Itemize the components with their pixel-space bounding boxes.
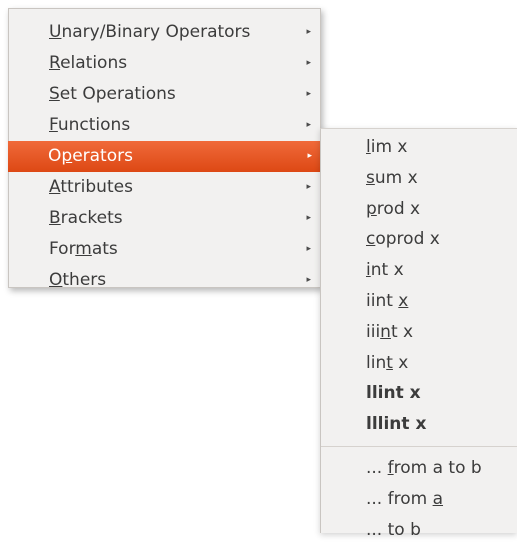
menu-item-label: Others [49,270,107,290]
menu-item-attributes[interactable]: Attributes ▸ [9,172,320,203]
submenu-arrow-icon: ▸ [306,244,311,254]
menu-item-label: Relations [49,53,128,73]
submenu-item-from-a[interactable]: ... from a [321,484,517,515]
submenu-item-lim[interactable]: lim x [321,132,517,163]
menu-item-brackets[interactable]: Brackets ▸ [9,203,320,234]
menu-item-functions[interactable]: Functions ▸ [9,110,320,141]
operators-submenu: lim x sum x prod x coprod x int x iint x… [320,128,517,540]
submenu-item-int[interactable]: int x [321,255,517,286]
menu-item-label: Set Operations [49,84,176,104]
submenu-item-coprod[interactable]: coprod x [321,224,517,255]
menu-item-operators[interactable]: Operators ▸ [8,141,321,172]
insert-menu: Unary/Binary Operators ▸ Relations ▸ Set… [8,8,321,290]
submenu-arrow-icon: ▸ [306,58,311,68]
submenu-item-iint[interactable]: iint x [321,286,517,317]
menu-item-label: Brackets [49,208,123,228]
menu-item-others[interactable]: Others ▸ [9,265,320,296]
submenu-item-to-b[interactable]: ... to b [321,515,517,545]
submenu-item-sum[interactable]: sum x [321,163,517,194]
menu-item-label: Attributes [49,177,133,197]
submenu-item-lint[interactable]: lint x [321,348,517,379]
submenu-arrow-icon: ▸ [306,89,311,99]
submenu-arrow-icon: ▸ [307,151,312,161]
submenu-arrow-icon: ▸ [306,27,311,37]
menu-item-label: Operators [48,146,133,166]
submenu-item-prod[interactable]: prod x [321,194,517,225]
menu-item-relations[interactable]: Relations ▸ [9,48,320,79]
submenu-item-llint[interactable]: llint x [321,378,517,409]
menu-item-label: Functions [49,115,131,135]
menu-item-unary-binary-operators[interactable]: Unary/Binary Operators ▸ [9,17,320,48]
menu-item-label: Unary/Binary Operators [49,22,251,42]
menu-item-set-operations[interactable]: Set Operations ▸ [9,79,320,110]
submenu-item-from-a-to-b[interactable]: ... from a to b [321,453,517,484]
submenu-arrow-icon: ▸ [306,182,311,192]
submenu-arrow-icon: ▸ [306,275,311,285]
menu-item-label: Formats [49,239,118,259]
submenu-item-lllint[interactable]: lllint x [321,409,517,440]
submenu-item-iiint[interactable]: iiint x [321,317,517,348]
submenu-arrow-icon: ▸ [306,213,311,223]
submenu-arrow-icon: ▸ [306,120,311,130]
menu-separator [321,445,517,447]
menu-item-formats[interactable]: Formats ▸ [9,234,320,265]
